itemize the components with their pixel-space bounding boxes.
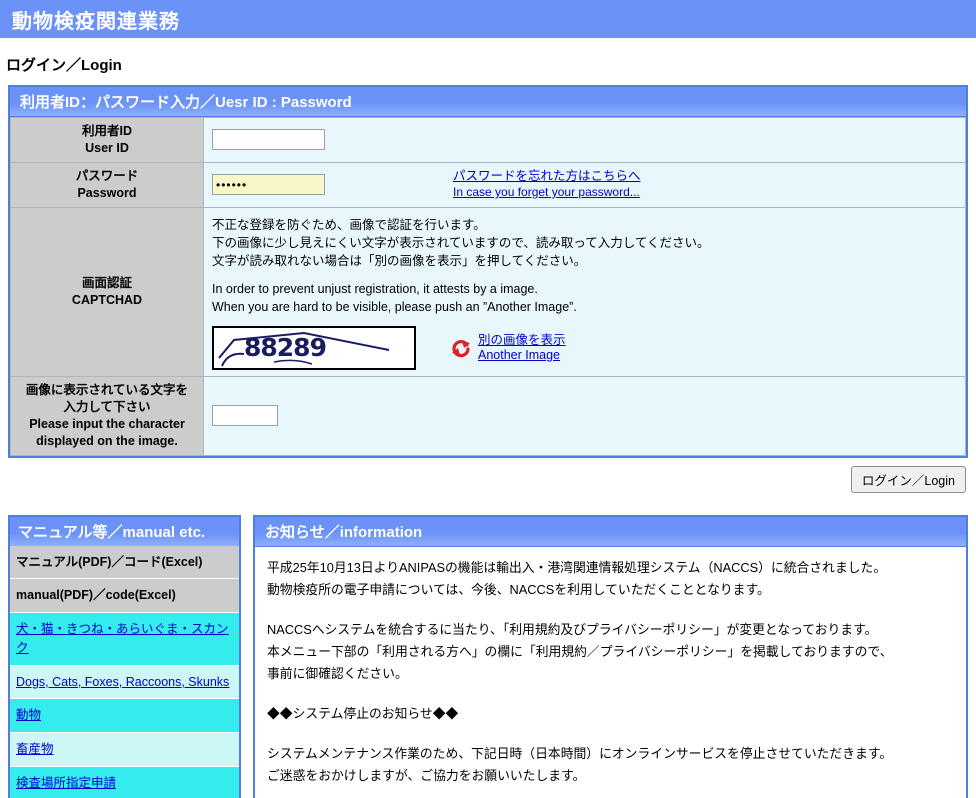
captcha-input-label-ja-1: 画像に表示されている文字を <box>25 383 189 398</box>
sidebar-menu-heading: manual(PDF)／code(Excel) <box>16 588 176 603</box>
info-para3-line2: ご迷惑をおかけしますが、ご協力をお願いいたします。 <box>267 767 586 783</box>
password-field-cell: パスワードを忘れた方はこちらへ In case you forget your … <box>203 161 966 208</box>
lower-content: マニュアル等／manual etc. マニュアル(PDF)／コード(Excel)… <box>8 514 968 798</box>
sidebar-menu-link-row[interactable]: 犬・猫・きつね・あらいぐま・スカンク <box>10 613 239 666</box>
info-para1-line1: 平成25年10月13日よりANIPASの機能は輸出入・港湾関連情報処理システム（… <box>267 559 887 575</box>
sidebar-menu-link-row[interactable]: Dogs, Cats, Foxes, Raccoons, Skunks <box>10 665 239 700</box>
sidebar-menu-link[interactable]: Dogs, Cats, Foxes, Raccoons, Skunks <box>16 675 229 689</box>
captcha-input-row: 画像に表示されている文字を 入力して下さい Please input the c… <box>10 376 966 456</box>
user-id-label: 利用者ID User ID <box>10 117 204 163</box>
captcha-desc-en-2: When you are hard to be visible, please … <box>212 300 577 314</box>
password-input[interactable] <box>212 174 325 196</box>
captcha-input-cell <box>203 376 966 456</box>
captcha-desc-ja-1: 不正な登録を防ぐため、画像で認証を行います。 <box>212 217 486 232</box>
captcha-label: 画面認証 CAPTCHAD <box>10 206 204 378</box>
user-id-label-en: User ID <box>85 140 129 155</box>
another-image-link-en[interactable]: Another Image <box>478 348 566 364</box>
captcha-field-cell: 不正な登録を防ぐため、画像で認証を行います。 下の画像に少し見えにくい文字が表示… <box>203 206 966 378</box>
info-para1-line2: 動物検疫所の電子申請については、今後、NACCSを利用していただくこととなります… <box>267 581 770 597</box>
login-button-area: ログイン／Login <box>0 465 966 493</box>
info-spacer-4 <box>267 787 954 798</box>
captcha-desc-ja-3: 文字が読み取れない場合は「別の画像を表示」を押してください。 <box>212 253 587 268</box>
password-label-en: Password <box>77 185 137 200</box>
sidebar-menu-link-row[interactable]: 動物 <box>10 699 239 734</box>
sidebar-menu-heading-row: manual(PDF)／code(Excel) <box>10 579 239 614</box>
captcha-image-text: 88289 <box>244 333 327 363</box>
captcha-row: 画面認証 CAPTCHAD 不正な登録を防ぐため、画像で認証を行います。 下の画… <box>10 206 966 378</box>
another-image-link-ja[interactable]: 別の画像を表示 <box>478 333 566 349</box>
forgot-password-links: パスワードを忘れた方はこちらへ In case you forget your … <box>453 169 641 200</box>
another-image-links: 別の画像を表示 Another Image <box>478 333 566 364</box>
login-panel-header: 利用者ID：パスワード入力／Uesr ID : Password <box>10 87 966 117</box>
password-row: パスワード Password パスワードを忘れた方はこちらへ In case y… <box>10 161 966 208</box>
forgot-password-link-en[interactable]: In case you forget your password... <box>453 185 641 200</box>
info-spacer-2 <box>267 685 954 703</box>
sidebar-menu-heading: マニュアル(PDF)／コード(Excel) <box>16 554 203 569</box>
captcha-input-label-ja-2: 入力して下さい <box>63 400 151 414</box>
info-para3-line1: システムメンテナンス作業のため、下記日時（日本時間）にオンラインサービスを停止さ… <box>267 745 893 761</box>
info-spacer-3 <box>267 725 954 743</box>
login-button[interactable]: ログイン／Login <box>850 465 966 493</box>
captcha-input-label: 画像に表示されている文字を 入力して下さい Please input the c… <box>10 376 204 456</box>
refresh-icon[interactable] <box>451 338 471 358</box>
captcha-input-label-en-2: displayed on the image. <box>36 433 178 448</box>
forgot-password-link-ja[interactable]: パスワードを忘れた方はこちらへ <box>453 169 641 185</box>
captcha-input-label-en-1: Please input the character <box>29 416 185 431</box>
info-stop-title: ◆◆システム停止のお知らせ◆◆ <box>267 705 459 721</box>
app-title: 動物検疫関連業務 <box>12 10 180 33</box>
information-body: 平成25年10月13日よりANIPASの機能は輸出入・港湾関連情報処理システム（… <box>255 547 966 798</box>
login-panel: 利用者ID：パスワード入力／Uesr ID : Password 利用者ID U… <box>8 85 968 458</box>
manual-sidebar-header: マニュアル等／manual etc. <box>10 516 239 546</box>
sidebar-menu-link[interactable]: 検査場所指定申請 <box>16 776 116 790</box>
user-id-input[interactable] <box>212 129 325 151</box>
user-id-row: 利用者ID User ID <box>10 117 966 163</box>
info-para2-line1: NACCSへシステムを統合するに当たり、「利用規約及びプライバシーポリシー」が変… <box>267 621 878 637</box>
info-para2-line3: 事前に御確認ください。 <box>267 665 408 681</box>
login-form-table: 利用者ID User ID パスワード Password パスワードを忘れた方は… <box>10 117 966 456</box>
info-spacer-1 <box>267 601 954 619</box>
app-title-bar: 動物検疫関連業務 <box>0 0 976 38</box>
user-id-field-cell <box>203 117 966 163</box>
captcha-image: 88289 <box>212 326 416 371</box>
sidebar-menu-link[interactable]: 動物 <box>16 708 41 722</box>
information-panel-header: お知らせ／information <box>255 516 966 547</box>
sidebar-menu-heading-row: マニュアル(PDF)／コード(Excel) <box>10 545 239 580</box>
captcha-input[interactable] <box>212 405 278 427</box>
user-id-label-ja: 利用者ID <box>81 124 132 138</box>
info-para2-line2: 本メニュー下部の「利用される方へ」の欄に「利用規約／プライバシーポリシー」を掲載… <box>267 643 893 659</box>
another-image-control[interactable]: 別の画像を表示 Another Image <box>451 333 566 364</box>
sidebar-menu-link[interactable]: 畜産物 <box>16 742 54 756</box>
manual-sidebar: マニュアル等／manual etc. マニュアル(PDF)／コード(Excel)… <box>8 514 241 798</box>
information-panel: お知らせ／information 平成25年10月13日よりANIPASの機能は… <box>253 514 968 798</box>
sidebar-menu-link-row[interactable]: 検査場所指定申請 <box>10 766 239 798</box>
captcha-image-row: 88289 別の画像を表示 Another Image <box>212 326 957 371</box>
page-title: ログイン／Login <box>6 57 122 74</box>
captcha-desc-en-1: In order to prevent unjust registration,… <box>212 281 538 296</box>
password-label: パスワード Password <box>10 161 204 208</box>
captcha-description: 不正な登録を防ぐため、画像で認証を行います。 下の画像に少し見えにくい文字が表示… <box>212 216 957 317</box>
manual-menu-list: マニュアル(PDF)／コード(Excel) manual(PDF)／code(Ex… <box>10 545 239 798</box>
captcha-label-ja: 画面認証 <box>81 275 132 290</box>
captcha-label-en: CAPTCHAD <box>71 292 143 307</box>
captcha-desc-ja-2: 下の画像に少し見えにくい文字が表示されていますので、読み取って入力してください。 <box>212 235 710 250</box>
sidebar-menu-link[interactable]: 犬・猫・きつね・あらいぐま・スカンク <box>16 622 229 655</box>
sidebar-menu-link-row[interactable]: 畜産物 <box>10 733 239 767</box>
password-label-ja: パスワード <box>75 168 139 183</box>
